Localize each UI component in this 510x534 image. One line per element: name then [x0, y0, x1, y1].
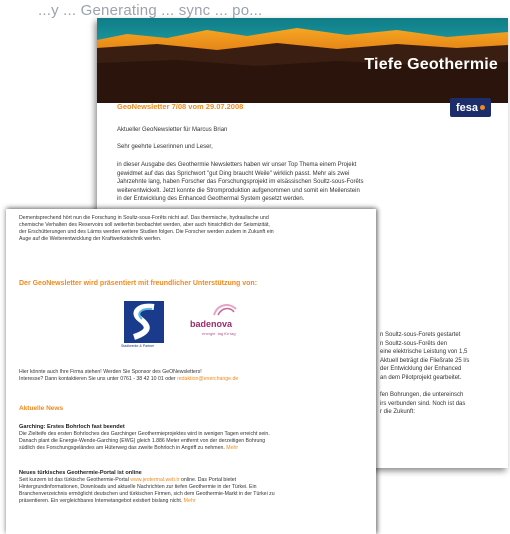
news-line: Die Zielteife des ersten Bohrloches des … [19, 431, 270, 437]
sponsor-cta-line: Interesse? Dann kontaktieren Sie uns unt… [19, 376, 238, 383]
side-line: irs verbunden sind. Noch ist das [380, 400, 466, 407]
news-line: Branchenverzeichnis ermöglicht deutschen… [19, 491, 275, 497]
banner-title: Tiefe Geothermie [364, 56, 498, 73]
newsletter-front-page: Dementsprechend hört nun die Forschung i… [6, 209, 376, 534]
side-line: an dem Pilotprojekt gearbeitet. [380, 374, 462, 381]
side-line: n Soultz-sous-Forets gestartet [380, 332, 461, 338]
continuation-line: Dementsprechend hört nun die Forschung i… [19, 215, 269, 221]
continuation-line: Auge auf die Weiterentwicklung der Kraft… [19, 236, 162, 242]
news-line: Seit kurzem ist das türkische Geothermie… [19, 477, 236, 484]
news-line: Danach plant die Energie-Wende-Garching … [19, 438, 266, 444]
logo-dot-icon [480, 105, 486, 110]
sponsor-heading: Der GeoNewsletter wird präsentiert mit f… [19, 280, 258, 287]
side-text-block: n Soultz-sous-Forets gestartet n Soultz-… [380, 331, 469, 417]
news-line: präsentieren. Ein vergleichbares Interne… [19, 498, 196, 505]
badenova-logo[interactable]: badenova [190, 319, 232, 329]
recipient-line: Aktueller GeoNewsletter für Marcus Brian [117, 127, 228, 133]
side-line: eine elektrische Leistung von 1,5 [380, 349, 468, 356]
header-banner: Tiefe Geothermie [97, 18, 508, 103]
side-line: r die Zukunft: [380, 409, 416, 416]
intro-line: Jahrzehnte lang, haben Forscher das Fors… [117, 179, 364, 185]
sponsor-s-caption: Stadtwerke & Partner [121, 344, 155, 348]
sponsor-cta-line: Hier könnte auch Ihre Firma stehen! Werd… [19, 369, 202, 375]
sponsor-s-logo[interactable] [124, 301, 164, 343]
intro-line: gewidmet auf das das Sprichwort "gut Din… [117, 170, 350, 177]
side-line: n Soultz-sous-Forêts den [380, 340, 448, 347]
news-line-text: online. Das Portal bietet [181, 477, 237, 483]
side-line: der Entwicklung der Enhanced [380, 366, 462, 373]
side-line [380, 383, 469, 392]
news-title: Neues türkisches Geothermie-Portal ist o… [19, 470, 142, 476]
intro-line: weiterentwickelt. Jetzt konnte die Strom… [117, 187, 360, 194]
fesa-logo-text: fesa [455, 101, 479, 114]
sponsor-email-link[interactable]: redaktion@enerchange.de [177, 376, 238, 382]
side-line: fen Bohrungen, die untereinsch [380, 392, 464, 399]
intro-line: in dieser Ausgabe des Geothermie Newslet… [117, 162, 357, 168]
news-line: südlich des Forschungsgeländes am Hüterw… [19, 445, 238, 452]
intro-line: in der Entwicklung des Enhanced Geotherm… [117, 196, 305, 202]
continuation-line: chemische Verhalten des Reservoirs soll … [19, 222, 270, 228]
fesa-logo: fesa [450, 98, 491, 117]
portal-link[interactable]: www.jeotermal.web.tr [130, 477, 179, 483]
newsletter-heading: GeoNewsletter 7/08 vom 29.07.2008 [117, 102, 244, 111]
news-line-text: Seit kurzem ist das türkische Geothermie… [19, 477, 129, 483]
badenova-swirl-icon [213, 304, 237, 316]
more-link[interactable]: Mehr [184, 498, 196, 504]
news-line-text: präsentieren. Ein vergleichbares Interne… [19, 498, 183, 504]
side-line: Aktuell beträgt die Fließrate 25 l/s [380, 357, 470, 364]
news-heading: Aktuelle News [19, 405, 64, 412]
continuation-line: der Erschütterungen und des Lärms werden… [19, 229, 274, 235]
news-line-text: südlich des Forschungsgeländes am Hüterw… [19, 445, 225, 451]
sponsor-cta-text: Interesse? Dann kontaktieren Sie uns unt… [19, 376, 176, 382]
more-link[interactable]: Mehr [226, 445, 238, 451]
badenova-tagline: energie. tag für tag [202, 331, 236, 336]
news-title: Garching: Erstes Bohrloch fast beendet [19, 424, 125, 430]
news-line: Hintergrundinformationen, Downloads und … [19, 484, 257, 490]
greeting: Sehr geehrte Leserinnen und Leser, [117, 144, 213, 150]
